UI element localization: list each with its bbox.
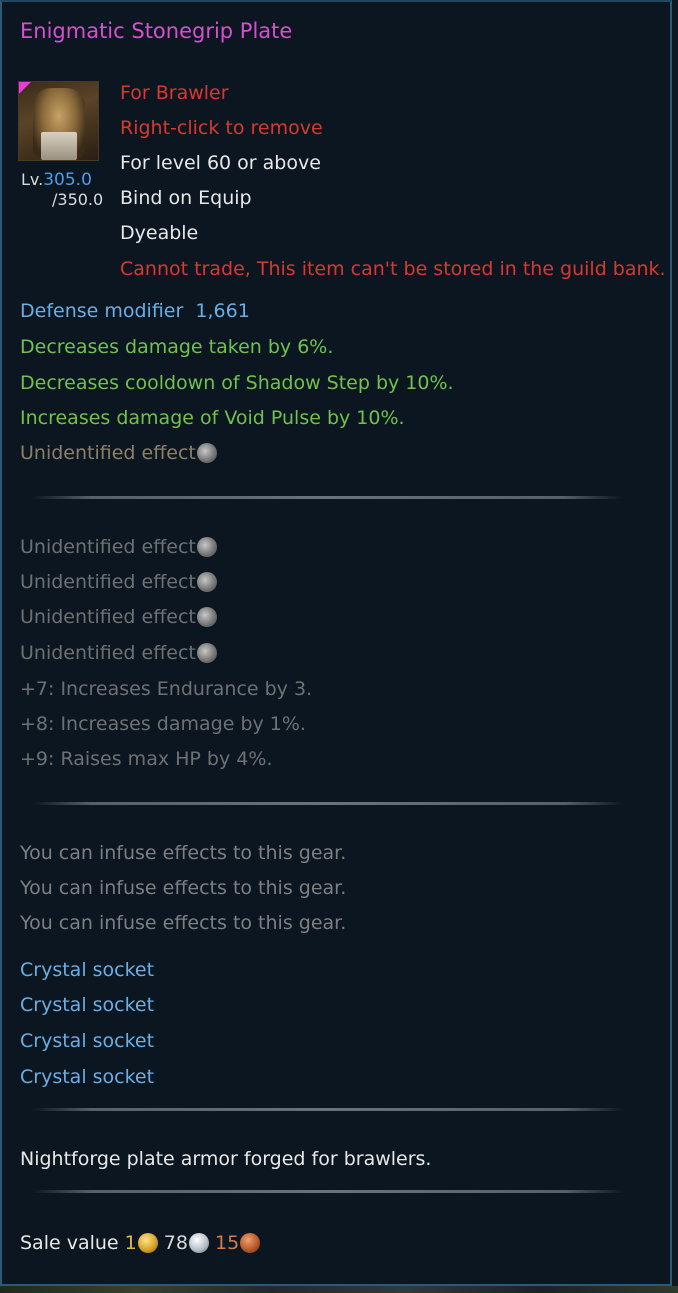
crystal-socket: Crystal socket [20, 994, 155, 1016]
sale-silver-amount: 78 [163, 1232, 188, 1254]
item-name: Enigmatic Stonegrip Plate [20, 19, 293, 43]
sale-value: Sale value 1 78 15 [20, 1231, 261, 1255]
sale-copper-amount: 15 [215, 1232, 240, 1254]
enchant-bonus-8: +8: Increases damage by 1%. [20, 713, 306, 735]
enchant-bonus-7: +7: Increases Endurance by 3. [20, 678, 313, 700]
section-divider [32, 1190, 624, 1193]
unidentified-effect-label: Unidentified effect [20, 571, 196, 593]
unidentified-gem-icon [196, 643, 217, 663]
section-divider [32, 496, 622, 499]
unidentified-gem-icon [196, 537, 217, 557]
armor-chestplate-icon [18, 81, 99, 161]
unidentified-effect-primary[interactable]: Unidentified effect [20, 441, 217, 465]
item-level-prefix: Lv. [21, 170, 44, 189]
item-description: Nightforge plate armor forged for brawle… [20, 1148, 432, 1170]
background-edge [0, 1286, 678, 1293]
unidentified-effect-label: Unidentified effect [20, 442, 196, 464]
silver-coin-icon [188, 1233, 209, 1253]
copper-coin-icon [240, 1233, 261, 1253]
unidentified-gem-icon [196, 572, 217, 592]
unidentified-effect[interactable]: Unidentified effect [20, 641, 217, 665]
unidentified-effect-label: Unidentified effect [20, 642, 196, 664]
sale-gold-amount: 1 [124, 1232, 137, 1254]
item-level-current: 305.0 [43, 170, 92, 190]
defense-label: Defense modifier [20, 300, 184, 322]
item-tooltip: Enigmatic Stonegrip Plate Lv.305.0 /350.… [0, 0, 672, 1286]
level-requirement: For level 60 or above [120, 152, 321, 174]
enchant-bonus-9: +9: Raises max HP by 4%. [20, 748, 273, 770]
class-requirement: For Brawler [120, 82, 229, 104]
defense-stat: Defense modifier 1,661 [20, 299, 250, 323]
sale-value-label: Sale value [20, 1232, 119, 1254]
crystal-socket: Crystal socket [20, 959, 155, 981]
infusion-slot: You can infuse effects to this gear. [20, 842, 347, 864]
background-edge [672, 0, 678, 1293]
unidentified-effect-label: Unidentified effect [20, 606, 196, 628]
section-divider [32, 802, 624, 805]
unidentified-gem-icon [196, 443, 217, 463]
bonus-cooldown: Decreases cooldown of Shadow Step by 10%… [20, 372, 454, 394]
unidentified-effect[interactable]: Unidentified effect [20, 570, 217, 594]
bind-type: Bind on Equip [120, 187, 252, 209]
bonus-skill-damage: Increases damage of Void Pulse by 10%. [20, 407, 405, 429]
unidentified-effect-label: Unidentified effect [20, 536, 196, 558]
defense-value: 1,661 [195, 300, 250, 322]
infusion-slot: You can infuse effects to this gear. [20, 877, 347, 899]
unidentified-effect[interactable]: Unidentified effect [20, 605, 217, 629]
crystal-socket: Crystal socket [20, 1030, 155, 1052]
crystal-socket: Crystal socket [20, 1066, 155, 1088]
item-level-max: /350.0 [52, 190, 104, 209]
unidentified-effect[interactable]: Unidentified effect [20, 535, 217, 559]
trade-restriction: Cannot trade, This item can't be stored … [120, 258, 666, 280]
remove-hint: Right-click to remove [120, 117, 323, 139]
dyeable-flag: Dyeable [120, 222, 199, 244]
gold-coin-icon [137, 1233, 158, 1253]
unidentified-gem-icon [196, 607, 217, 627]
bonus-damage-taken: Decreases damage taken by 6%. [20, 336, 334, 358]
infusion-slot: You can infuse effects to this gear. [20, 912, 347, 934]
section-divider [32, 1108, 624, 1111]
